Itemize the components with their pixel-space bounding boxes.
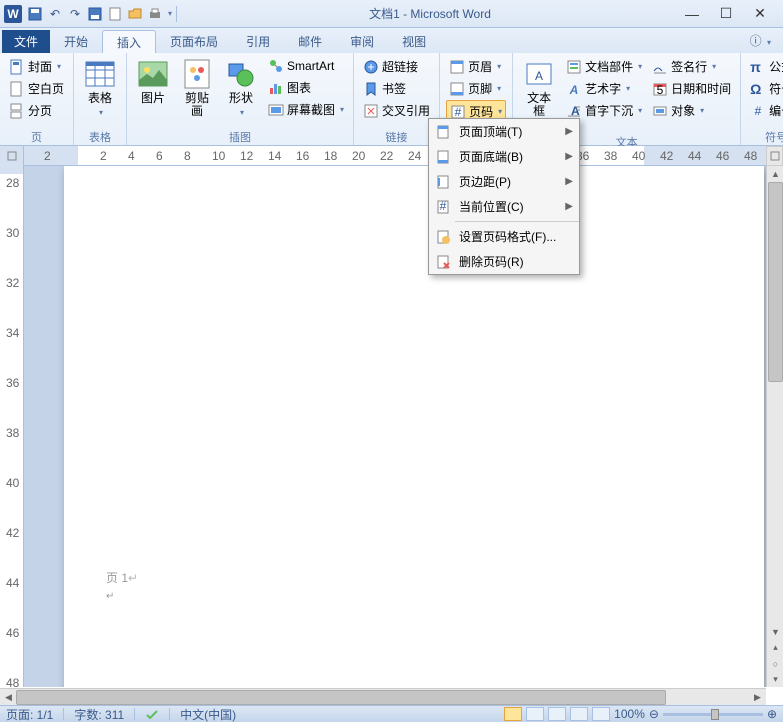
vertical-scroll-thumb[interactable] — [768, 182, 783, 382]
minimize-button[interactable]: — — [681, 6, 703, 22]
fullscreen-reading-view-button[interactable] — [526, 707, 544, 721]
qat-redo-icon[interactable]: ↷ — [66, 5, 84, 23]
illustrations-group-label: 插图 — [133, 129, 347, 144]
zoom-in-button[interactable]: ⊕ — [767, 707, 777, 721]
word-app-icon: W — [4, 5, 22, 23]
menu-remove-page-numbers[interactable]: 删除页码(R) — [429, 249, 579, 274]
zoom-slider-thumb[interactable] — [711, 709, 719, 720]
window-title: 文档1 - Microsoft Word — [179, 5, 681, 22]
page-footer-text: 页 1 — [106, 571, 128, 585]
bookmark-button[interactable]: 书签 — [360, 78, 433, 99]
chart-button[interactable]: 图表 — [265, 77, 347, 98]
svg-text:#: # — [440, 199, 447, 213]
menu-bottom-of-page[interactable]: 页面底端(B)▶ — [429, 144, 579, 169]
footer-button[interactable]: 页脚▾ — [446, 78, 506, 99]
insert-tab[interactable]: 插入 — [102, 30, 156, 53]
hyperlink-button[interactable]: 超链接 — [360, 56, 433, 77]
next-page-button[interactable]: ▾ — [768, 672, 783, 687]
qat-print-icon[interactable] — [146, 5, 164, 23]
quick-parts-button[interactable]: 文档部件▾ — [563, 56, 645, 77]
status-language[interactable]: 中文(中国) — [180, 706, 236, 723]
paragraph-mark: ↵ — [106, 591, 138, 602]
svg-text:A: A — [569, 83, 579, 97]
object-button[interactable]: 对象▾ — [649, 100, 734, 121]
menu-page-margins[interactable]: 页边距(P)▶ — [429, 169, 579, 194]
header-button[interactable]: 页眉▾ — [446, 56, 506, 77]
date-time-button[interactable]: 5日期和时间 — [649, 78, 734, 99]
shapes-button[interactable]: 形状▾ — [221, 56, 261, 121]
screenshot-button[interactable]: 屏幕截图▾ — [265, 99, 347, 120]
horizontal-ruler[interactable]: 2246810121416182022242628303234363840424… — [24, 146, 783, 165]
menu-current-position[interactable]: #当前位置(C)▶ — [429, 194, 579, 219]
zoom-slider[interactable] — [663, 713, 763, 716]
horizontal-scroll-thumb[interactable] — [16, 690, 666, 705]
cover-page-button[interactable]: 封面▾ — [6, 56, 67, 77]
page-break-button[interactable]: 分页 — [6, 100, 67, 121]
clipart-button[interactable]: 剪贴画 — [177, 56, 217, 120]
smartart-button[interactable]: SmartArt — [265, 56, 347, 76]
document-page[interactable]: 页 1↵ ↵ — [64, 166, 764, 687]
qat-new-icon[interactable] — [106, 5, 124, 23]
vertical-scrollbar[interactable]: ▲ ▼ ▴ ○ ▾ — [766, 166, 783, 687]
scroll-down-button[interactable]: ▼ — [768, 624, 783, 639]
picture-button[interactable]: 图片 — [133, 56, 173, 107]
references-tab[interactable]: 引用 — [232, 30, 284, 53]
links-group-label: 链接 — [360, 129, 433, 144]
qat-save-icon[interactable] — [26, 5, 44, 23]
table-button[interactable]: 表格▾ — [80, 56, 120, 121]
web-layout-view-button[interactable] — [548, 707, 566, 721]
svg-text:#: # — [455, 105, 462, 119]
status-word-count[interactable]: 字数: 311 — [74, 706, 124, 723]
cross-reference-button[interactable]: 交叉引用 — [360, 100, 433, 121]
signature-line-button[interactable]: 签名行▾ — [649, 56, 734, 77]
scroll-right-button[interactable]: ▶ — [750, 690, 765, 705]
help-icon[interactable]: ⓘ ▾ — [746, 28, 775, 53]
equation-button[interactable]: π公式▾ — [747, 56, 783, 77]
ruler-corner[interactable] — [0, 146, 24, 166]
number-button[interactable]: #编号 — [747, 100, 783, 121]
status-proofing-icon[interactable] — [145, 707, 159, 721]
symbols-group-label: 符号 — [747, 129, 783, 144]
qat-undo-icon[interactable]: ↶ — [46, 5, 64, 23]
close-button[interactable]: ✕ — [749, 6, 771, 22]
wordart-button[interactable]: A艺术字▾ — [563, 78, 645, 99]
browse-object-button[interactable]: ○ — [768, 656, 783, 671]
blank-page-button[interactable]: 空白页 — [6, 78, 67, 99]
file-tab[interactable]: 文件 — [2, 30, 50, 53]
status-page[interactable]: 页面: 1/1 — [6, 706, 53, 723]
pages-group-label: 页 — [6, 129, 67, 144]
menu-top-of-page[interactable]: 页面顶端(T)▶ — [429, 119, 579, 144]
print-layout-view-button[interactable] — [504, 707, 522, 721]
tables-group-label: 表格 — [80, 129, 120, 144]
layout-tab[interactable]: 页面布局 — [156, 30, 232, 53]
outline-view-button[interactable] — [570, 707, 588, 721]
document-viewport[interactable]: 页 1↵ ↵ — [24, 166, 783, 687]
ruler-toggle-button[interactable] — [766, 146, 783, 166]
review-tab[interactable]: 审阅 — [336, 30, 388, 53]
prev-page-button[interactable]: ▴ — [768, 640, 783, 655]
scroll-up-button[interactable]: ▲ — [768, 166, 783, 181]
qat-customize-icon[interactable]: ▾ — [168, 9, 172, 18]
qat-open-icon[interactable] — [126, 5, 144, 23]
maximize-button[interactable]: ☐ — [715, 6, 737, 22]
horizontal-scrollbar[interactable]: ◀ ▶ — [0, 688, 766, 705]
view-tab[interactable]: 视图 — [388, 30, 440, 53]
zoom-level[interactable]: 100% — [614, 707, 645, 721]
draft-view-button[interactable] — [592, 707, 610, 721]
home-tab[interactable]: 开始 — [50, 30, 102, 53]
svg-text:#: # — [755, 104, 762, 118]
page-number-menu: 页面顶端(T)▶ 页面底端(B)▶ 页边距(P)▶ #当前位置(C)▶ 设置页码… — [428, 118, 580, 275]
zoom-out-button[interactable]: ⊖ — [649, 707, 659, 721]
symbol-button[interactable]: Ω符号▾ — [747, 78, 783, 99]
svg-text:A: A — [535, 69, 543, 83]
svg-text:5: 5 — [657, 83, 664, 97]
qat-save2-icon[interactable] — [86, 5, 104, 23]
menu-format-page-numbers[interactable]: 设置页码格式(F)... — [429, 224, 579, 249]
vertical-ruler[interactable]: 2830323436384042444648 — [0, 166, 24, 687]
mailings-tab[interactable]: 邮件 — [284, 30, 336, 53]
scroll-left-button[interactable]: ◀ — [1, 690, 16, 705]
